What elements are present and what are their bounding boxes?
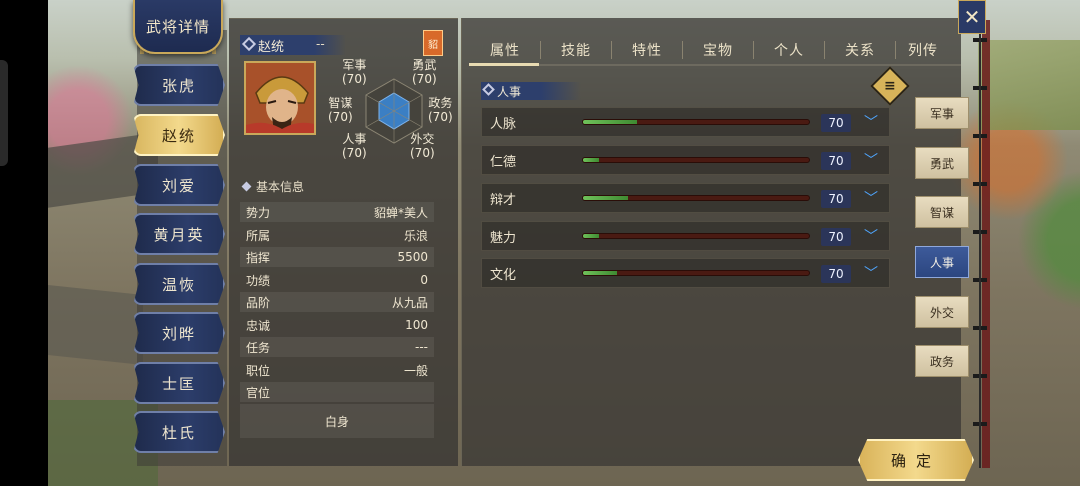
attr-name: 魅力 (490, 230, 517, 246)
general-item-4[interactable]: 温恢 (133, 263, 225, 305)
general-item-7[interactable]: 杜氏 (133, 411, 225, 453)
info-row-office: 官位 (240, 382, 434, 402)
page-title: 武将详情 (133, 0, 223, 54)
general-item-2[interactable]: 刘爱 (133, 164, 225, 206)
stat-politics: 政务 (70) (428, 96, 453, 124)
tab-skills[interactable]: 技能 (541, 40, 611, 60)
info-row-faction: 势力 貂蝉*美人 (240, 202, 434, 222)
side-tab-bravery[interactable]: 勇武 (915, 147, 969, 179)
chevron-down-icon[interactable]: ﹀ (864, 228, 878, 246)
attr-section-title: 人事 (481, 82, 581, 100)
attr-progress-bar (582, 119, 810, 125)
attr-value: 70 (821, 228, 851, 246)
screen-edge (0, 0, 48, 486)
attr-row[interactable]: 辩才 70 ﹀ (481, 183, 890, 213)
portrait-image (246, 63, 314, 133)
info-row-task: 任务 --- (240, 337, 434, 357)
active-tab-indicator (469, 63, 539, 66)
info-row-command: 指挥 5500 (240, 247, 434, 267)
general-title-placeholder: -- (316, 37, 325, 51)
general-item-3[interactable]: 黄月英 (133, 213, 225, 255)
rank-title-box: 白身 (240, 404, 434, 438)
confirm-button[interactable]: 确定 (858, 439, 974, 481)
general-item-0[interactable]: 张虎 (133, 64, 225, 106)
tab-underline (469, 64, 961, 66)
stat-strategy: 智谋 (70) (328, 96, 353, 124)
tab-attributes[interactable]: 属性 (470, 40, 540, 60)
attr-progress-bar (582, 157, 810, 163)
tab-personal[interactable]: 个人 (754, 40, 824, 60)
info-row-rank: 品阶 从九品 (240, 292, 434, 312)
general-name-bar: 赵统 (240, 35, 346, 55)
attr-name: 辩才 (490, 192, 517, 208)
chevron-down-icon[interactable]: ﹀ (864, 114, 878, 132)
diamond-icon (482, 83, 495, 96)
side-tab-strategy[interactable]: 智谋 (915, 196, 969, 228)
tab-bar: 属性 技能 特性 宝物 个人 关系 列传 (470, 34, 960, 66)
general-item-1[interactable]: 赵统 (133, 114, 225, 156)
building-roof (48, 285, 143, 365)
attr-name: 文化 (490, 267, 517, 283)
general-portrait[interactable] (244, 61, 316, 135)
attr-row[interactable]: 人脉 70 ﹀ (481, 107, 890, 137)
general-item-5[interactable]: 刘晔 (133, 312, 225, 354)
stat-hexagon-chart (359, 76, 429, 146)
attr-row[interactable]: 文化 70 ﹀ (481, 258, 890, 288)
attr-value: 70 (821, 152, 851, 170)
attr-progress-fill (583, 271, 617, 275)
attr-name: 仁德 (490, 154, 517, 170)
attr-progress-bar (582, 233, 810, 239)
general-item-6[interactable]: 士匡 (133, 362, 225, 404)
tab-relations[interactable]: 关系 (825, 40, 895, 60)
side-tab-military[interactable]: 军事 (915, 97, 969, 129)
tab-treasures[interactable]: 宝物 (683, 40, 753, 60)
attr-value: 70 (821, 114, 851, 132)
basic-info-title: 基本信息 (241, 178, 304, 195)
attr-row[interactable]: 仁德 70 ﹀ (481, 145, 890, 175)
attr-value: 70 (821, 190, 851, 208)
info-row-position: 职位 一般 (246, 363, 428, 378)
side-tab-personnel[interactable]: 人事 (915, 246, 969, 278)
panel-chain-decoration (973, 20, 987, 468)
chevron-down-icon[interactable]: ﹀ (864, 265, 878, 283)
attr-progress-fill (583, 196, 629, 200)
general-name: 赵统 (258, 39, 285, 55)
close-icon: ✕ (963, 5, 981, 29)
attr-value: 70 (821, 265, 851, 283)
close-button[interactable]: ✕ (958, 0, 986, 34)
tab-biography[interactable]: 列传 (896, 40, 950, 60)
attr-name: 人脉 (490, 116, 517, 132)
tab-traits[interactable]: 特性 (612, 40, 682, 60)
farm-field (978, 40, 1080, 130)
attr-row[interactable]: 魅力 70 ﹀ (481, 221, 890, 251)
faction-seal: 貂 (423, 30, 443, 56)
info-row-belong: 所属 乐浪 (246, 228, 428, 243)
side-tab-politics[interactable]: 政务 (915, 345, 969, 377)
info-row-merit: 功绩 0 (246, 273, 428, 288)
diamond-icon (241, 181, 252, 192)
attr-progress-bar (582, 270, 810, 276)
info-row-loyalty: 忠诚 100 (246, 318, 428, 333)
chevron-down-icon[interactable]: ﹀ (864, 190, 878, 208)
diamond-icon (241, 36, 257, 52)
side-tab-diplomacy[interactable]: 外交 (915, 296, 969, 328)
attr-progress-fill (583, 120, 638, 124)
chevron-down-icon[interactable]: ﹀ (864, 152, 878, 170)
attr-progress-fill (583, 158, 599, 162)
attr-progress-fill (583, 234, 599, 238)
camera-notch (0, 60, 8, 166)
attr-progress-bar (582, 195, 810, 201)
